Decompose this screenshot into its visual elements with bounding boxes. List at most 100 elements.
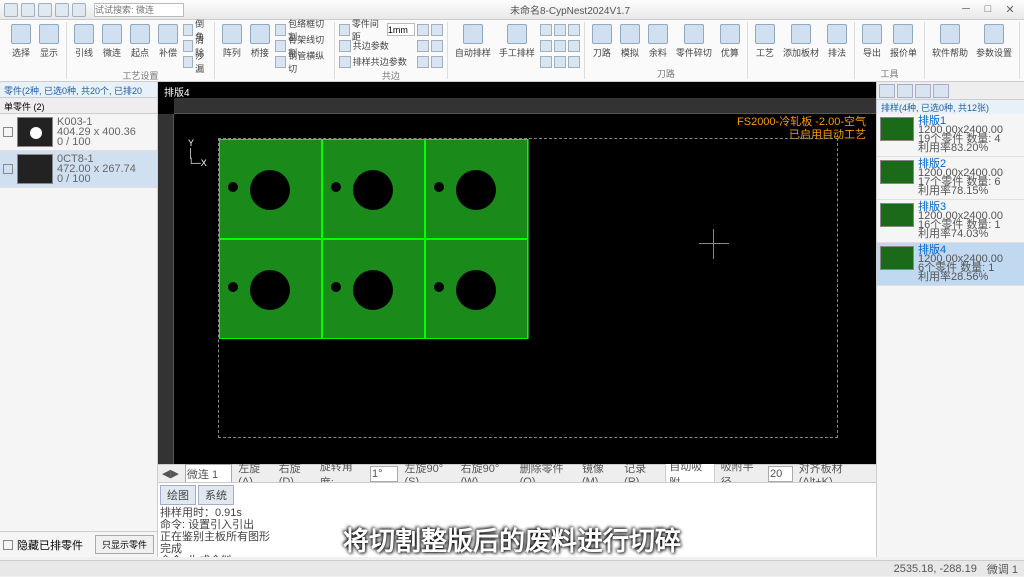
grid-icon[interactable] (431, 24, 443, 36)
checkbox[interactable] (3, 164, 13, 174)
remnant-button[interactable]: 余料 (645, 22, 671, 61)
close-icon[interactable]: ✕ (1000, 3, 1020, 17)
sheet-thumb (880, 117, 914, 141)
ruler-vertical (158, 114, 174, 464)
qat-btn[interactable] (55, 3, 69, 17)
manualnest-button[interactable]: 手工排样 (496, 22, 538, 61)
statusbar: 2535.18, -288.19 微调 1 (0, 560, 1024, 576)
part-item[interactable]: 0CT8-1472.00 x 267.740 / 100 (0, 151, 157, 188)
sheet-item[interactable]: 排版31200.00x2400.0016个零件 数量: 1利用率74.03% (877, 200, 1024, 243)
add-icon[interactable] (879, 84, 895, 98)
canvas-toolbar: ◀▶ 微连 1 左旋(A) 右旋(D) 旋转角度: 1° 左旋90°(S) 右旋… (158, 464, 876, 482)
nestmethod-button[interactable]: 排法 (824, 22, 850, 61)
coords-label: 2535.18, -288.19 (894, 563, 977, 575)
nest-icon[interactable] (568, 56, 580, 68)
export-button[interactable]: 导出 (859, 22, 885, 61)
crosshair-icon (699, 229, 729, 259)
sheet-item[interactable]: 排版41200.00x2400.006个零件 数量: 1利用率28.56% (877, 243, 1024, 286)
array-button[interactable]: 阵列 (219, 22, 245, 61)
nest-icon[interactable] (568, 24, 580, 36)
qat-btn[interactable] (72, 3, 86, 17)
toolpath-button[interactable]: 刀路 (589, 22, 615, 61)
titlebar: 未命名8-CypNest2024V1.7 ─□✕ (0, 0, 1024, 20)
copy-icon[interactable] (915, 84, 931, 98)
gap-input[interactable] (387, 23, 415, 36)
addsheet-button[interactable]: 添加板材 (780, 22, 822, 61)
hide-nested-label: 隐藏已排零件 (17, 537, 83, 553)
optimize-button[interactable]: 优算 (717, 22, 743, 61)
tab-system[interactable]: 系统 (198, 485, 234, 505)
start-button[interactable]: 起点 (127, 22, 153, 61)
minimize-icon[interactable]: ─ (956, 3, 976, 17)
sheet-thumb (880, 203, 914, 227)
save-icon[interactable] (933, 84, 949, 98)
parts-header: 零件(2种, 已选0种, 共20个, 已排20个) (0, 82, 157, 98)
grid-icon[interactable] (431, 56, 443, 68)
autonest-button[interactable]: 自动排样 (452, 22, 494, 61)
select-button[interactable]: 选择 (8, 22, 34, 61)
nest-icon[interactable] (540, 56, 552, 68)
partcrush-button[interactable]: 零件碎切 (673, 22, 715, 61)
microjoint-button[interactable]: 微连 (99, 22, 125, 61)
tube-cut-row[interactable]: 钢管横纵切 (275, 54, 330, 69)
microjoint-select[interactable]: 微连 1 (185, 464, 232, 484)
window-title: 未命名8-CypNest2024V1.7 (184, 2, 956, 17)
grid-icon[interactable] (417, 24, 429, 36)
quote-button[interactable]: 报价单 (887, 22, 920, 61)
process-button[interactable]: 工艺 (752, 22, 778, 61)
parts-panel: 零件(2种, 已选0种, 共20个, 已排20个) 单零件 (2) K003-1… (0, 82, 158, 557)
nested-parts (219, 139, 529, 339)
nest-coedge-row[interactable]: 排样共边参数 (339, 54, 415, 69)
bridge-button[interactable]: 桥接 (247, 22, 273, 61)
nest-icon[interactable] (540, 40, 552, 52)
grid-icon[interactable] (417, 40, 429, 52)
sheet-thumb (880, 160, 914, 184)
canvas-area: 排版4 FS2000-冷轧板 -2.00-空气已启用自动工艺 Y│└─X (158, 82, 876, 557)
sheets-header: 排样(4种, 已选0种, 共12张) (877, 100, 1024, 114)
viewport[interactable]: FS2000-冷轧板 -2.00-空气已启用自动工艺 Y│└─X (158, 98, 876, 464)
qat-btn[interactable] (4, 3, 18, 17)
snapradius-input[interactable]: 20 (768, 466, 793, 482)
help-button[interactable]: 软件帮助 (929, 22, 971, 61)
nest-icon[interactable] (554, 40, 566, 52)
search-input[interactable] (94, 3, 184, 17)
hourglass-row[interactable]: 沙漏 (183, 54, 210, 69)
qat-btn[interactable] (38, 3, 52, 17)
sheets-panel: 排样(4种, 已选0种, 共12张) 排版11200.00x2400.0019个… (876, 82, 1024, 557)
showparts-button[interactable]: 只显示零件 (95, 535, 154, 554)
part-thumb (17, 154, 53, 184)
axis-indicator: Y│└─X (188, 138, 207, 168)
ruler-horizontal (174, 98, 876, 114)
grid-icon[interactable] (431, 40, 443, 52)
quick-access-toolbar (4, 3, 86, 17)
nest-icon[interactable] (554, 24, 566, 36)
sheet-item[interactable]: 排版11200.00x2400.0019个零件 数量: 4利用率83.20% (877, 114, 1024, 157)
angle-select[interactable]: 1° (370, 466, 398, 482)
maximize-icon[interactable]: □ (978, 3, 998, 17)
nest-icon[interactable] (554, 56, 566, 68)
simulate-button[interactable]: 模拟 (617, 22, 643, 61)
tab-draw[interactable]: 绘图 (160, 485, 196, 505)
part-gap-row[interactable]: 零件间距 (339, 22, 415, 37)
compensate-button[interactable]: 补偿 (155, 22, 181, 61)
qat-btn[interactable] (21, 3, 35, 17)
sheets-toolbar (877, 82, 1024, 100)
settings-button[interactable]: 参数设置 (973, 22, 1015, 61)
part-item[interactable]: K003-1404.29 x 400.360 / 100 (0, 114, 157, 151)
canvas-tab[interactable]: 排版4 (158, 82, 876, 98)
zoom-label: 微调 1 (987, 561, 1018, 577)
grid-icon[interactable] (417, 56, 429, 68)
nest-icon[interactable] (568, 40, 580, 52)
nest-icon[interactable] (540, 24, 552, 36)
sheet-item[interactable]: 排版21200.00x2400.0017个零件 数量: 6利用率78.15% (877, 157, 1024, 200)
display-button[interactable]: 显示 (36, 22, 62, 61)
coedge-param-row[interactable]: 共边参数 (339, 38, 415, 53)
part-thumb (17, 117, 53, 147)
checkbox[interactable] (3, 127, 13, 137)
parts-tab[interactable]: 单零件 (2) (0, 98, 157, 114)
hide-nested-checkbox[interactable] (3, 540, 13, 550)
lead-button[interactable]: 引线 (71, 22, 97, 61)
ribbon: 选择 显示 引线 微连 起点 补偿 倒角 清除 沙漏 工艺设置 阵列 桥接 包络… (0, 20, 1024, 82)
log-panel: 绘图系统 排样用时：0.91s 命令: 设置引入引出 正在鉴别主板所有图形 完成… (158, 482, 876, 557)
del-icon[interactable] (897, 84, 913, 98)
